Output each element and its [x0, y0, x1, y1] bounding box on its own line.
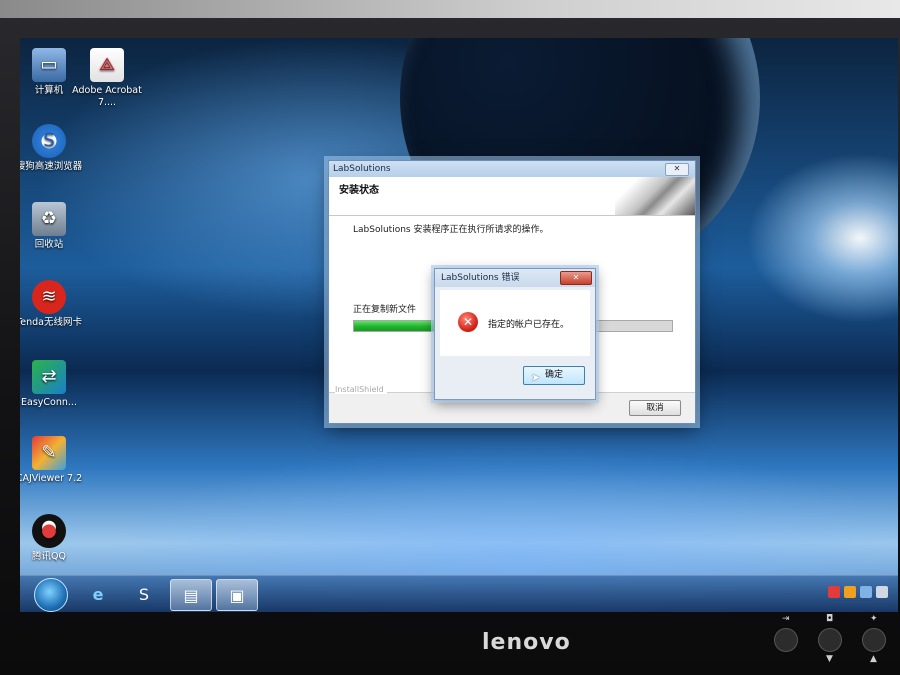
sogou-browser-icon: S	[32, 124, 66, 158]
desktop-icon-cajviewer[interactable]: ✎ CAJViewer 7.2	[20, 436, 84, 485]
installer-status-text: LabSolutions 安装程序正在执行所请求的操作。	[353, 225, 549, 235]
desktop-icon-easyconnect[interactable]: ⇄ EasyConn...	[20, 360, 84, 409]
ie-icon[interactable]: e	[78, 579, 118, 609]
installer-close-button[interactable]: ✕	[665, 163, 689, 176]
desktop-icon-tenda[interactable]: ≋ Tenda无线网卡	[20, 280, 84, 329]
monitor-brand-logo: lenovo	[482, 630, 571, 655]
monitor-brightness-symbol: ✦	[870, 614, 878, 624]
tray-volume-icon[interactable]	[876, 586, 888, 598]
desktop-icon-label: 搜狗高速浏览器	[20, 161, 83, 172]
desktop-icon-label: CAJViewer 7.2	[20, 473, 83, 484]
tray-network-icon[interactable]	[860, 586, 872, 598]
desktop-icon-label: Adobe Acrobat 7....	[72, 85, 142, 108]
desktop-icon-sogou-browser[interactable]: S 搜狗高速浏览器	[20, 124, 84, 173]
error-body: ✕ 指定的帐户已存在。	[440, 290, 590, 356]
monitor-input-button[interactable]	[774, 628, 798, 652]
monitor-down-arrow: ▼	[826, 654, 833, 664]
monitor-menu-button[interactable]	[818, 628, 842, 652]
sogou-icon[interactable]: S	[124, 579, 164, 609]
installer-icon[interactable]: ▣	[216, 579, 258, 611]
start-orb-icon[interactable]	[34, 578, 68, 612]
desktop-icon-qq[interactable]: ● 腾讯QQ	[20, 514, 84, 563]
monitor-up-arrow: ▲	[870, 654, 877, 664]
computer-icon: ▭	[32, 48, 66, 82]
installer-title: LabSolutions	[329, 161, 695, 177]
desktop-icon-recycle-bin[interactable]: ♻ 回收站	[20, 202, 84, 251]
installer-heading: 安装状态	[339, 185, 379, 196]
mouse-cursor-icon: ➤	[531, 371, 541, 384]
taskbar: e S ▤ ▣	[20, 575, 898, 612]
desktop-icon-acrobat[interactable]: ⟁ Adobe Acrobat 7....	[72, 48, 142, 109]
installshield-label: InstallShield	[335, 385, 387, 394]
desktop-icon-label: 回收站	[34, 239, 64, 250]
desktop-icon-label: EasyConn...	[21, 397, 77, 408]
tray-app-icon[interactable]	[844, 586, 856, 598]
error-close-button[interactable]: ✕	[560, 271, 592, 285]
close-icon: ✕	[572, 273, 580, 282]
installer-header: 安装状态	[329, 177, 695, 216]
recycle-bin-icon: ♻	[32, 202, 66, 236]
background-wall	[0, 0, 900, 18]
system-tray	[828, 586, 888, 598]
network-app-icon[interactable]: ▤	[170, 579, 212, 611]
acrobat-icon: ⟁	[90, 48, 124, 82]
cajviewer-icon: ✎	[32, 436, 66, 470]
copy-status-label: 正在复制新文件	[353, 305, 417, 315]
tenda-wifi-icon: ≋	[32, 280, 66, 314]
monitor-menu-symbol: ◘	[826, 614, 834, 624]
desktop-icon-label: 腾讯QQ	[32, 551, 66, 562]
tray-sogou-icon[interactable]	[828, 586, 840, 598]
easyconnect-icon: ⇄	[32, 360, 66, 394]
monitor-input-symbol: ⇥	[782, 614, 790, 624]
error-icon: ✕	[458, 312, 478, 332]
monitor-brightness-button[interactable]	[862, 628, 886, 652]
error-dialog: LabSolutions 错误 ✕ ✕ 指定的帐户已存在。 确定 ➤	[434, 268, 596, 400]
close-icon: ✕	[673, 164, 681, 173]
desktop-icon-label: Tenda无线网卡	[20, 317, 82, 328]
cancel-button[interactable]: 取消	[629, 400, 681, 416]
qq-icon: ●	[32, 514, 66, 548]
error-message: 指定的帐户已存在。	[488, 320, 570, 330]
installer-banner-graphic	[615, 177, 695, 215]
